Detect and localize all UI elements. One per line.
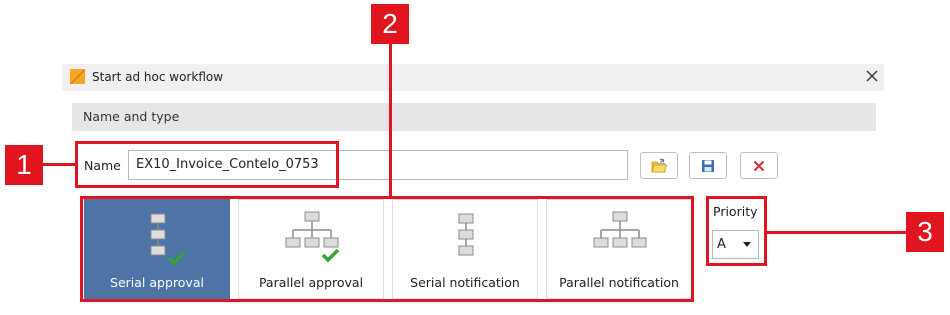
close-icon[interactable] [862, 66, 882, 86]
open-template-button[interactable] [640, 152, 678, 179]
callout-1-frame [75, 141, 339, 188]
callout-2-line [389, 43, 392, 197]
callout-3-frame [706, 196, 767, 266]
callout-1-line [42, 163, 76, 166]
callout-1-badge: 1 [5, 145, 43, 185]
callout-3-badge: 3 [906, 212, 944, 252]
callout-3-line [766, 231, 908, 234]
callout-2-badge: 2 [371, 4, 409, 44]
folder-open-icon [651, 158, 667, 172]
section-header-label: Name and type [83, 109, 180, 124]
save-icon [702, 159, 714, 172]
window-title: Start ad hoc workflow [92, 70, 224, 84]
save-template-button[interactable] [689, 152, 727, 179]
app-logo-icon [70, 69, 85, 84]
callout-2-frame [80, 196, 694, 302]
delete-button[interactable] [740, 152, 778, 179]
delete-x-icon [753, 160, 765, 171]
section-header [72, 103, 876, 131]
